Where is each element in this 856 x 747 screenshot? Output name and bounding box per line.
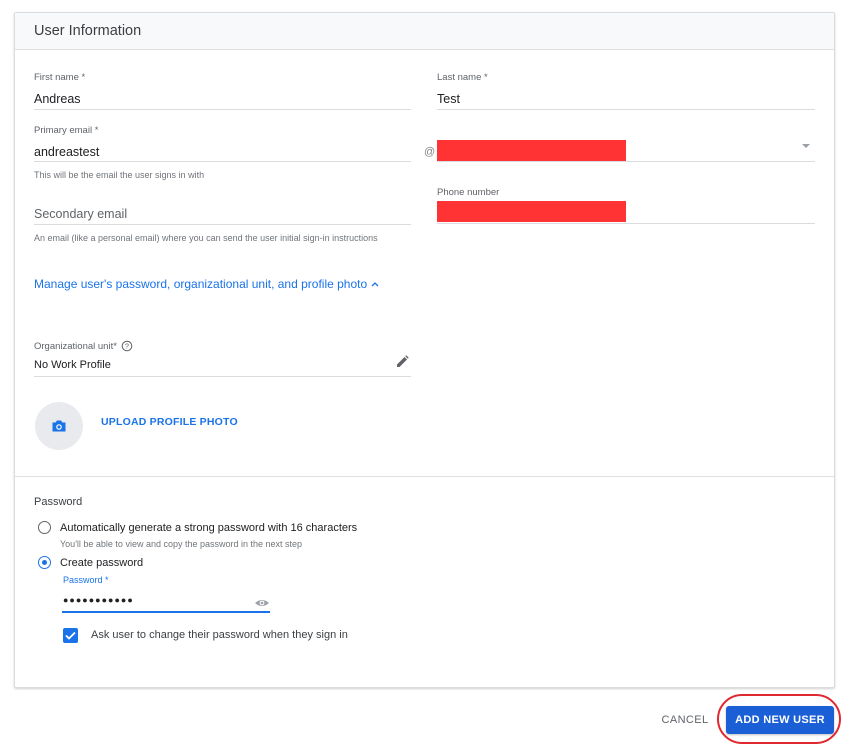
caret-up-icon: [371, 282, 379, 287]
password-input[interactable]: ●●●●●●●●●●●: [63, 595, 134, 605]
auto-generate-hint: You'll be able to view and copy the pass…: [60, 539, 303, 549]
svg-text:?: ?: [125, 344, 129, 351]
primary-email-hint: This will be the email the user signs in…: [34, 170, 205, 180]
at-symbol: @: [424, 146, 436, 158]
first-name-underline: [34, 109, 411, 110]
check-icon: [65, 631, 76, 640]
user-information-card: User Information First name * Andreas La…: [14, 12, 835, 688]
phone-underline: [437, 223, 815, 224]
first-name-input[interactable]: Andreas: [34, 92, 81, 106]
help-circle-icon[interactable]: ?: [121, 340, 133, 352]
card-title: User Information: [34, 23, 142, 39]
pencil-icon[interactable]: [394, 354, 410, 370]
password-field-label: Password *: [63, 575, 109, 585]
password-underline: [62, 611, 270, 613]
primary-email-label: Primary email *: [34, 125, 99, 136]
last-name-underline: [437, 109, 815, 110]
secondary-email-input[interactable]: Secondary email: [34, 207, 127, 221]
ask-change-password-checkbox[interactable]: [63, 628, 78, 643]
manage-settings-label: Manage user's password, organizational u…: [34, 277, 368, 291]
dropdown-arrow-icon[interactable]: [801, 142, 811, 150]
eye-icon[interactable]: [254, 598, 270, 608]
org-unit-underline: [34, 376, 411, 377]
create-password-radio[interactable]: [38, 556, 51, 569]
secondary-email-hint: An email (like a personal email) where y…: [34, 233, 378, 243]
add-new-user-button[interactable]: ADD NEW USER: [726, 706, 834, 734]
domain-select[interactable]: [437, 139, 815, 161]
org-unit-value: No Work Profile: [34, 359, 111, 371]
last-name-input[interactable]: Test: [437, 92, 460, 106]
secondary-email-underline: [34, 224, 411, 225]
primary-email-input[interactable]: andreastest: [34, 145, 99, 159]
auto-generate-radio[interactable]: [38, 521, 51, 534]
cancel-button[interactable]: CANCEL: [656, 707, 714, 733]
org-unit-label-row: Organizational unit* ?: [34, 340, 133, 352]
org-unit-label: Organizational unit*: [34, 340, 117, 352]
section-divider: [15, 476, 834, 477]
first-name-label: First name *: [34, 72, 86, 83]
auto-generate-label[interactable]: Automatically generate a strong password…: [60, 522, 357, 534]
manage-settings-link[interactable]: Manage user's password, organizational u…: [34, 277, 380, 291]
primary-email-underline: [34, 161, 411, 162]
last-name-label: Last name *: [437, 72, 488, 83]
ask-change-password-label[interactable]: Ask user to change their password when t…: [91, 629, 348, 641]
camera-icon: [52, 420, 66, 432]
upload-profile-photo-button[interactable]: UPLOAD PROFILE PHOTO: [101, 416, 238, 428]
avatar[interactable]: [35, 402, 83, 450]
create-password-label[interactable]: Create password: [60, 557, 143, 569]
phone-label: Phone number: [437, 187, 500, 198]
card-header: User Information: [15, 13, 834, 50]
phone-input[interactable]: [437, 199, 815, 223]
domain-underline: [437, 161, 815, 162]
password-section-title: Password: [34, 496, 83, 508]
